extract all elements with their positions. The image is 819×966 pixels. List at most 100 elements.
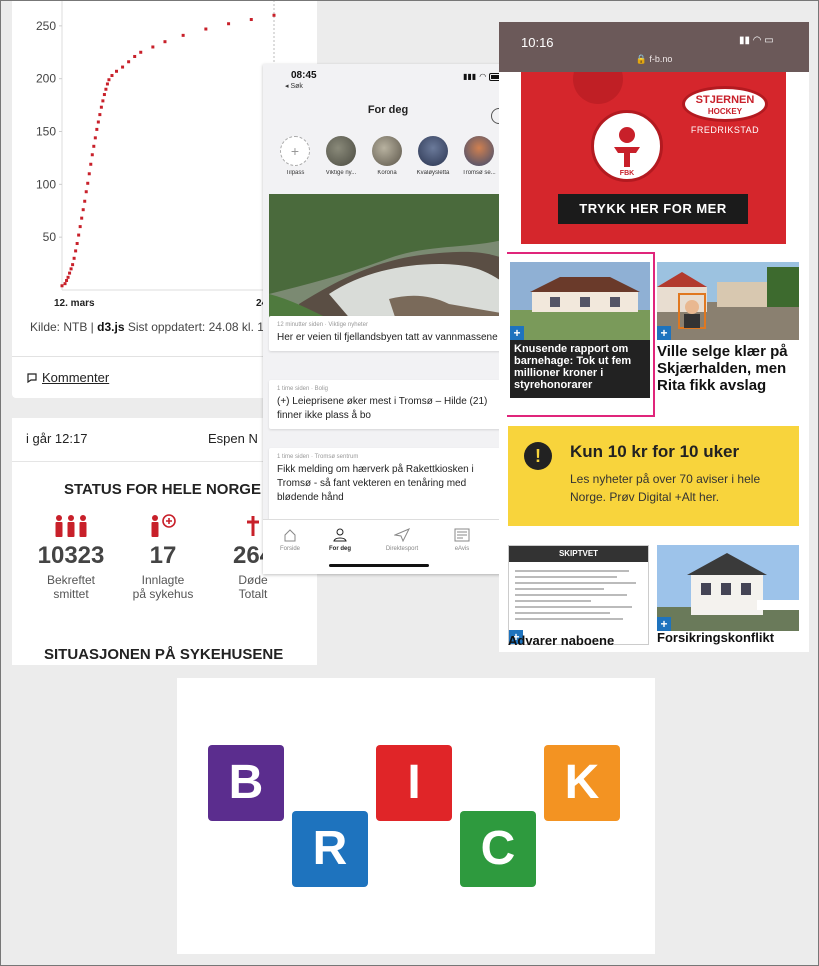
data-point: [98, 113, 102, 117]
people-icon: [26, 512, 116, 538]
data-point: [90, 153, 94, 157]
data-point: [66, 275, 70, 279]
promo-text: Les nyheter på over 70 aviser i hele Nor…: [570, 472, 761, 504]
data-point: [75, 242, 79, 246]
data-point: [227, 22, 231, 26]
svg-text:FBK: FBK: [620, 170, 634, 177]
browser-status-bar: 10:16 🔒 f-b.no ▮▮ ◠ ▭: [499, 22, 809, 72]
article-title[interactable]: Forsikringskonflikt: [657, 630, 807, 645]
source-line: Kilde: NTB | d3.js Sist oppdatert: 24.08…: [30, 320, 287, 334]
data-point: [71, 263, 75, 267]
data-point: [121, 65, 125, 69]
stat-confirmed: 10323 Bekreftet smittet: [26, 512, 116, 601]
data-point: [84, 190, 88, 194]
data-point: [115, 69, 119, 73]
data-point: [96, 120, 100, 124]
signal-icon: ▮▮▮: [463, 72, 477, 81]
back-link[interactable]: ◂ Søk: [285, 82, 303, 90]
data-point: [77, 233, 81, 237]
data-point: [133, 54, 137, 58]
data-point: [181, 33, 185, 37]
data-point: [69, 267, 73, 271]
story-item[interactable]: Viktige ny...: [319, 136, 363, 176]
newspaper-icon: [454, 528, 470, 542]
story-item[interactable]: Tromsø se...: [457, 136, 501, 176]
brick-letter-i: I: [376, 745, 452, 821]
y-tick-label: 150: [36, 125, 56, 139]
url-bar[interactable]: 🔒 f-b.no: [499, 54, 809, 65]
y-tick-label: 250: [36, 19, 56, 33]
story-item-tilpass[interactable]: + Tilpass: [273, 136, 317, 176]
data-point: [78, 225, 82, 229]
data-point: [99, 105, 103, 109]
article-title: Fikk melding om hærverk på Rakettkiosken…: [277, 464, 474, 503]
exclamation-icon: !: [524, 442, 552, 470]
brick-letter-r: R: [292, 811, 368, 887]
status-title: STATUS FOR HELE NORGE: [64, 481, 261, 498]
subscription-promo[interactable]: ! Kun 10 kr for 10 uker Les nyheter på o…: [508, 426, 799, 526]
status-time: 08:45: [291, 70, 317, 81]
data-point: [110, 74, 114, 78]
comment-link[interactable]: Kommenter: [26, 370, 109, 385]
data-point: [68, 271, 72, 275]
hero-image[interactable]: [269, 194, 507, 329]
tab-for-deg[interactable]: For deg: [313, 526, 367, 552]
data-point: [83, 199, 87, 203]
data-point: [72, 256, 76, 260]
stat-label: Døde Totalt: [238, 573, 268, 601]
comment-icon: [27, 372, 37, 383]
tab-eavis[interactable]: eAvis: [435, 526, 489, 552]
article-title[interactable]: Knusende rapport om barnehage: Tok ut fe…: [510, 340, 650, 398]
stat-hospitalized: 17 Innlagte på sykehus: [118, 512, 208, 601]
tab-forside[interactable]: Forside: [263, 526, 317, 552]
data-point: [95, 127, 99, 131]
ad-cta-button[interactable]: TRYKK HER FOR MER: [558, 194, 748, 224]
skip-label: SKIPTVET: [509, 546, 648, 562]
tab-direktesport[interactable]: Direktesport: [375, 526, 429, 552]
data-point: [204, 27, 208, 31]
house-image[interactable]: +: [657, 545, 799, 631]
promo-title: Kun 10 kr for 10 uker: [570, 442, 740, 461]
stat-label: Innlagte på sykehus: [132, 573, 194, 601]
story-item[interactable]: Kvaløysletta: [411, 136, 455, 176]
data-point: [272, 13, 276, 17]
article-card[interactable]: 1 time siden · Tromsø sentrum Fikk meldi…: [269, 448, 507, 528]
stat-value: 17: [149, 542, 177, 569]
data-point: [60, 284, 64, 288]
article-title[interactable]: Advarer naboene: [508, 633, 614, 648]
x-tick-label: 12. mars: [54, 298, 95, 309]
news-site-screenshot: 10:16 🔒 f-b.no ▮▮ ◠ ▭ FBK STJERNEN HOCKEY…: [499, 22, 809, 652]
article-title: Her er veien til fjellandsbyen tatt av v…: [277, 332, 498, 343]
article-card[interactable]: 1 time siden · Bolig (+) Leieprisene øke…: [269, 380, 507, 429]
market-image[interactable]: +: [657, 262, 799, 340]
data-point: [104, 87, 108, 91]
data-point: [93, 136, 97, 140]
status-time: 10:16: [521, 35, 554, 50]
article-title[interactable]: Ville selge klær på Skjærhalden, men Rit…: [657, 343, 805, 394]
data-point: [81, 208, 85, 212]
data-point: [105, 82, 109, 86]
data-point: [127, 60, 131, 64]
plus-icon: +: [510, 326, 524, 340]
data-point: [92, 144, 96, 148]
ad-decoration: [573, 72, 623, 104]
home-icon: [284, 529, 296, 542]
brick-logo-panel: B R I C K: [177, 678, 655, 954]
home-indicator: [329, 564, 429, 567]
source-label: Kilde: NTB |: [30, 320, 94, 334]
data-point: [87, 172, 91, 176]
story-row: + Tilpass Viktige ny... Korona Kvaløysle…: [273, 136, 513, 192]
story-item[interactable]: Korona: [365, 136, 409, 176]
data-point: [249, 18, 253, 22]
wifi-icon: ◠: [479, 72, 487, 81]
kindergarten-image[interactable]: +: [510, 262, 650, 340]
brick-letter-c: C: [460, 811, 536, 887]
data-point: [139, 50, 143, 54]
y-tick-label: 200: [36, 72, 56, 86]
document-image[interactable]: SKIPTVET +: [508, 545, 649, 645]
ad-banner[interactable]: FBK STJERNEN HOCKEY FREDRIKSTAD TRYKK HER…: [521, 72, 786, 244]
y-tick-label: 100: [36, 177, 56, 191]
app-screenshot: 08:45 ◂ Søk ▮▮▮ ◠ For deg + Tilpass Vikt…: [263, 64, 513, 574]
article-title: (+) Leieprisene øker mest i Tromsø – Hil…: [277, 396, 488, 421]
article-card[interactable]: 12 minutter siden · Viktige nyheter Her …: [269, 316, 507, 351]
